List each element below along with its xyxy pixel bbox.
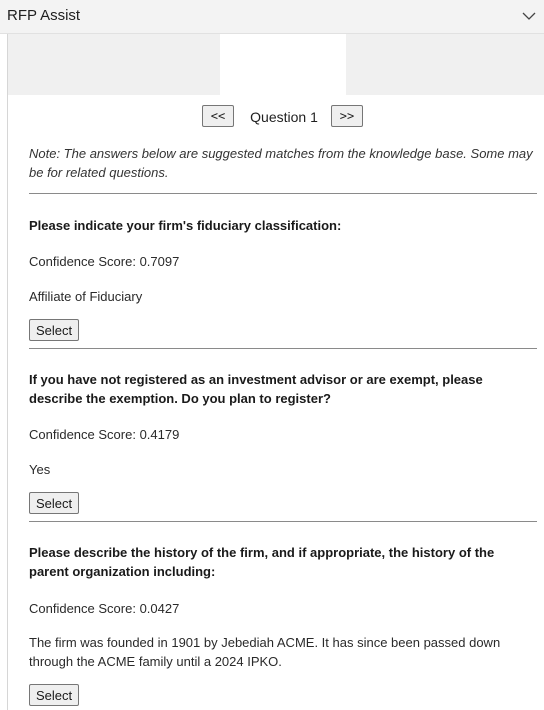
select-answer-button[interactable]: Select (29, 684, 80, 706)
answer-card: Please indicate your firm's fiduciary cl… (29, 216, 537, 344)
knowledge-base-note: Note: The answers below are suggested ma… (29, 146, 533, 180)
confidence-score: Confidence Score: 0.7097 (29, 254, 180, 269)
matched-question: If you have not registered as an investm… (29, 372, 483, 406)
task-pane: RFP Assist << Question 1 >> Note: The an… (0, 0, 544, 710)
question-navigation: << Question 1 >> (8, 105, 544, 129)
select-answer-button[interactable]: Select (29, 319, 80, 341)
chevron-down-icon (522, 12, 536, 20)
answer-card: Please describe the history of the firm,… (29, 543, 537, 710)
suggested-answer: Yes (29, 462, 51, 477)
question-label: Question 1 (250, 109, 318, 125)
confidence-score: Confidence Score: 0.4179 (29, 427, 180, 442)
task-pane-title: RFP Assist (7, 7, 81, 24)
previous-question-button[interactable]: << (202, 105, 234, 127)
task-pane-header: RFP Assist (0, 0, 544, 34)
addin-content: << Question 1 >> Note: The answers below… (7, 34, 544, 710)
answer-card: If you have not registered as an investm… (29, 370, 537, 518)
collapse-button[interactable] (518, 5, 540, 27)
confidence-score: Confidence Score: 0.0427 (29, 601, 180, 616)
divider (29, 348, 537, 349)
header-banner (8, 34, 544, 95)
divider (29, 193, 537, 194)
matched-question: Please indicate your firm's fiduciary cl… (29, 218, 342, 233)
suggested-answer: The firm was founded in 1901 by Jebediah… (29, 635, 501, 669)
divider (29, 521, 537, 522)
logo-image (220, 34, 346, 95)
suggested-answer: Affiliate of Fiduciary (29, 289, 143, 304)
matched-question: Please describe the history of the firm,… (29, 545, 495, 579)
next-question-button[interactable]: >> (331, 105, 363, 127)
select-answer-button[interactable]: Select (29, 492, 80, 514)
